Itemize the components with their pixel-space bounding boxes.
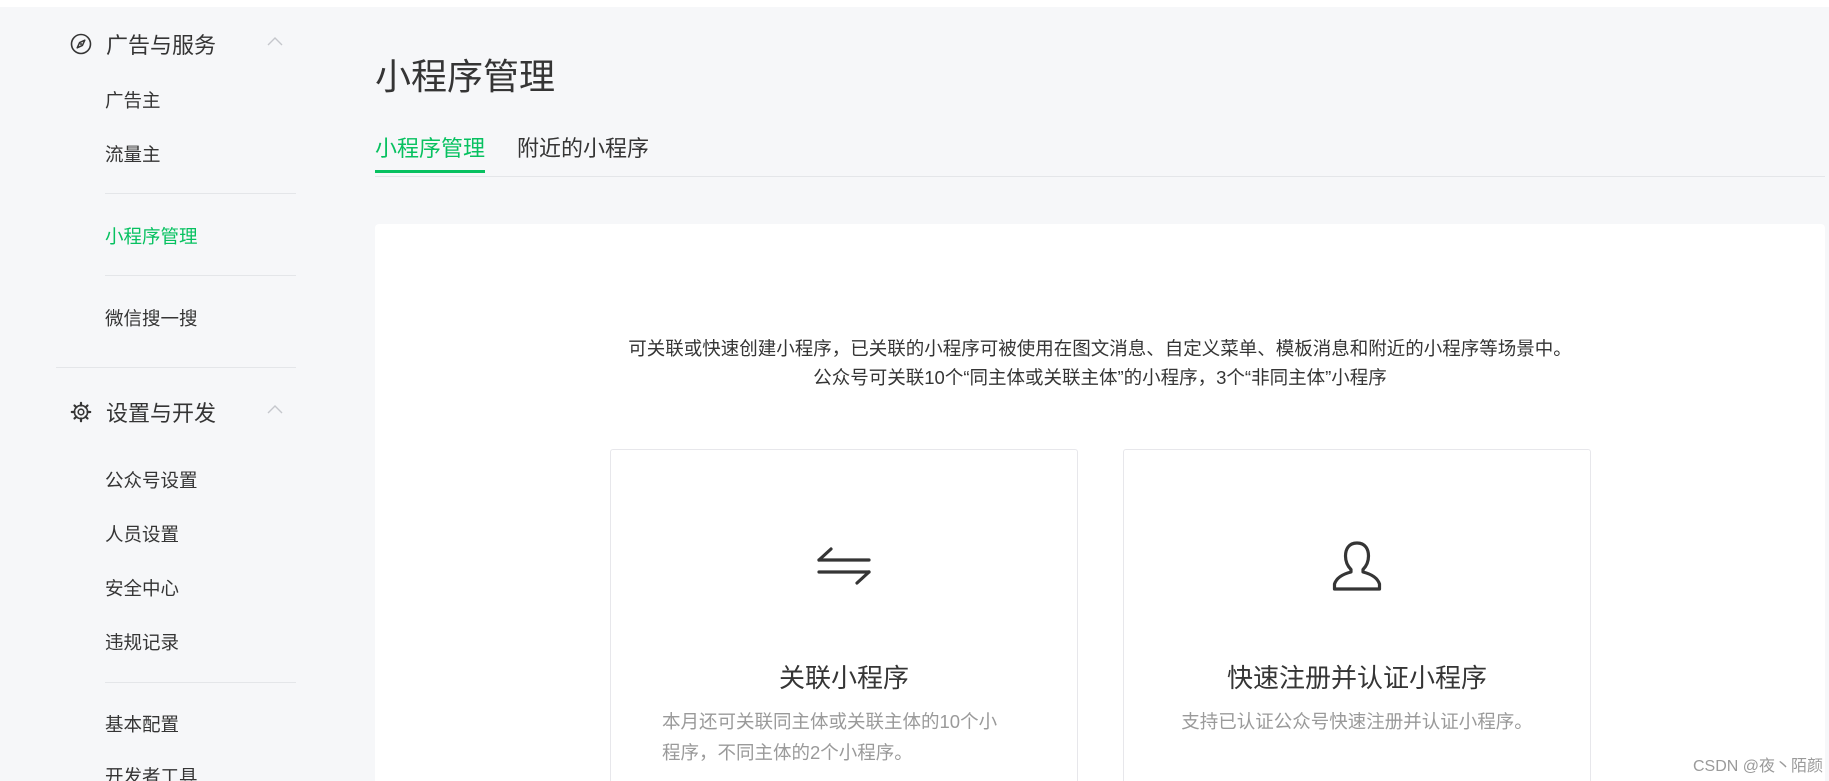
sidebar-section-settings-dev[interactable]: 设置与开发 xyxy=(70,397,283,427)
sidebar-item-publisher[interactable]: 流量主 xyxy=(105,141,161,167)
chevron-up-icon[interactable] xyxy=(266,403,284,415)
card-description: 本月还可关联同主体或关联主体的10个小 程序，不同主体的2个小程序。 xyxy=(662,706,997,768)
card-description-line: 程序，不同主体的2个小程序。 xyxy=(662,742,913,763)
sidebar-item-wechat-search[interactable]: 微信搜一搜 xyxy=(105,305,198,331)
user-icon xyxy=(1327,538,1387,594)
sidebar-item-account-settings[interactable]: 公众号设置 xyxy=(105,467,198,493)
description-line: 可关联或快速创建小程序，已关联的小程序可被使用在图文消息、自定义菜单、模板消息和… xyxy=(628,338,1572,359)
chevron-up-icon[interactable] xyxy=(266,35,284,47)
gear-icon xyxy=(70,401,92,423)
description-line: 公众号可关联10个“同主体或关联主体”的小程序，3个“非同主体”小程序 xyxy=(813,367,1387,388)
sidebar-item-developer-tools[interactable]: 开发者工具 xyxy=(105,763,198,781)
card-title: 快速注册并认证小程序 xyxy=(1226,663,1487,693)
quick-register-card[interactable]: 快速注册并认证小程序 支持已认证公众号快速注册并认证小程序。 xyxy=(1123,449,1591,781)
sidebar-divider xyxy=(105,275,296,276)
content-panel: 可关联或快速创建小程序，已关联的小程序可被使用在图文消息、自定义菜单、模板消息和… xyxy=(375,224,1825,781)
card-description-line: 支持已认证公众号快速注册并认证小程序。 xyxy=(1181,711,1533,732)
tab-bar: 小程序管理 附近的小程序 xyxy=(375,127,1825,177)
sidebar-section-title: 广告与服务 xyxy=(106,33,217,58)
card-description: 支持已认证公众号快速注册并认证小程序。 xyxy=(1124,706,1590,737)
sidebar-item-violation-records[interactable]: 违规记录 xyxy=(105,629,179,655)
sidebar-item-member-settings[interactable]: 人员设置 xyxy=(105,521,179,547)
sidebar-item-security-center[interactable]: 安全中心 xyxy=(105,575,179,601)
sidebar-item-miniprogram-management[interactable]: 小程序管理 xyxy=(105,223,198,249)
page: 广告与服务 广告主 流量主 小程序管理 微信搜一搜 设置与开发 公众号设置 人员… xyxy=(0,0,1829,781)
compass-icon xyxy=(70,33,92,55)
swap-arrows-icon xyxy=(814,538,874,594)
card-title: 关联小程序 xyxy=(778,663,909,693)
sidebar-divider xyxy=(105,193,296,194)
sidebar-item-basic-config[interactable]: 基本配置 xyxy=(105,711,179,737)
tab-miniprogram-management[interactable]: 小程序管理 xyxy=(375,131,486,173)
card-description-line: 本月还可关联同主体或关联主体的10个小 xyxy=(662,711,998,732)
watermark: CSDN @夜丶陌颜 xyxy=(1692,758,1823,775)
link-miniprogram-card[interactable]: 关联小程序 本月还可关联同主体或关联主体的10个小 程序，不同主体的2个小程序。 xyxy=(610,449,1078,781)
sidebar-section-ads-services[interactable]: 广告与服务 xyxy=(70,29,283,59)
sidebar: 广告与服务 广告主 流量主 小程序管理 微信搜一搜 设置与开发 公众号设置 人员… xyxy=(0,7,300,781)
tab-nearby-miniprograms[interactable]: 附近的小程序 xyxy=(517,131,649,163)
sidebar-section-title: 设置与开发 xyxy=(106,401,217,426)
sidebar-divider xyxy=(105,682,296,683)
page-title: 小程序管理 xyxy=(375,56,556,97)
sidebar-item-advertiser[interactable]: 广告主 xyxy=(105,87,161,113)
sidebar-divider xyxy=(56,367,296,368)
top-strip xyxy=(0,0,1829,7)
